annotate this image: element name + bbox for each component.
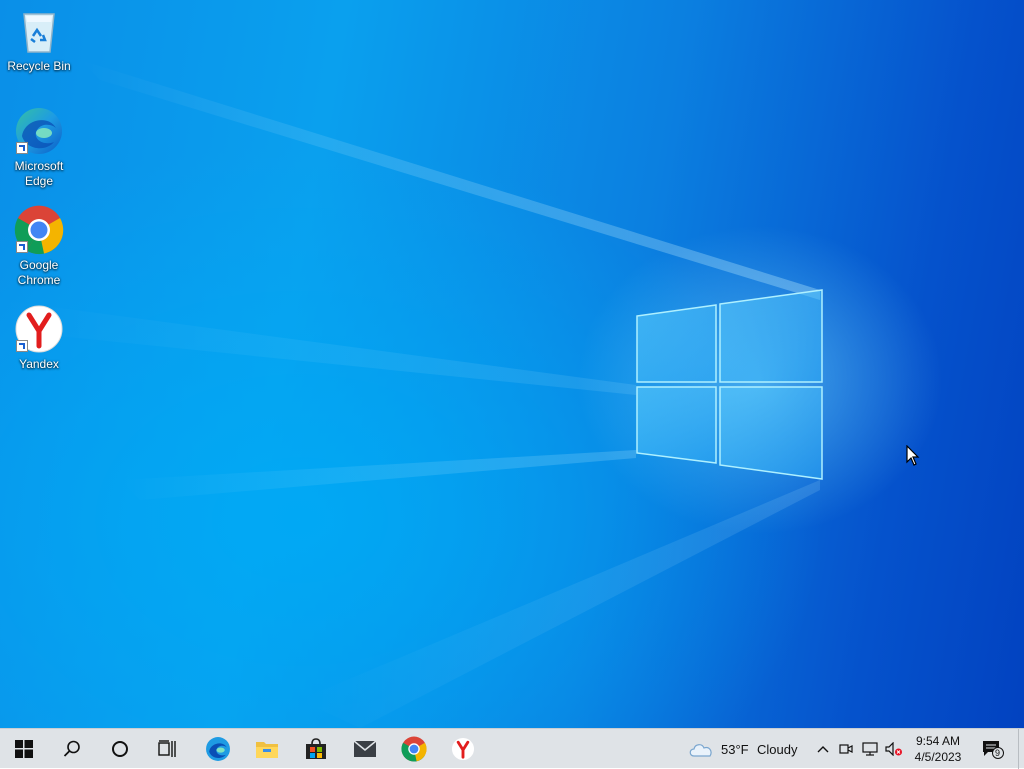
start-icon [15,740,33,758]
taskbar-file-explorer[interactable] [243,729,291,769]
desktop-icon-microsoft-edge[interactable]: Microsoft Edge [4,106,74,189]
desktop-icon-google-chrome[interactable]: Google Chrome [4,205,74,288]
task-view-icon [158,740,176,757]
mouse-cursor-icon [906,445,920,466]
taskbar-microsoft-store[interactable] [292,729,340,769]
weather-temperature: 53°F [721,742,749,757]
taskbar-clock[interactable]: 9:54 AM 4/5/2023 [908,733,968,765]
network-button[interactable] [859,729,881,769]
show-hidden-icons-button[interactable] [812,729,834,769]
weather-widget[interactable]: 53°F Cloudy [686,729,806,769]
start-button[interactable] [0,729,48,769]
recycle-bin-icon [14,6,64,56]
yandex-icon [14,304,64,354]
meet-now-icon [839,744,853,754]
shortcut-arrow-icon [16,142,28,154]
show-desktop-button[interactable] [1018,729,1024,769]
desktop-icon-label: Yandex [19,357,59,371]
desktop-icon-label: Recycle Bin [7,59,71,73]
desktop[interactable]: Recycle Bin Microsoft Edge Google Chrome… [0,0,1024,728]
desktop-icon-label: Microsoft Edge [14,159,64,188]
file-explorer-icon [256,742,278,758]
cortana-button[interactable] [96,729,144,769]
shortcut-arrow-icon [16,340,28,352]
desktop-icon-recycle-bin[interactable]: Recycle Bin [4,6,74,74]
desktop-icon-label: Google Chrome [17,258,61,287]
search-button[interactable] [48,729,96,769]
clock-time: 9:54 AM [915,734,961,748]
volume-muted-icon [885,742,902,756]
shortcut-arrow-icon [16,241,28,253]
clock-date: 4/5/2023 [914,750,962,764]
notification-count-badge: 9 [995,748,1001,758]
microsoft-store-icon [306,738,326,759]
action-center-button[interactable]: 9 [976,729,1010,769]
network-icon [862,742,878,756]
windows-logo-wallpaper [0,60,823,728]
taskbar: 53°F Cloudy 9:54 AM 4/5/2023 9 [0,728,1024,769]
chrome-icon [14,205,64,255]
taskbar-edge[interactable] [194,729,242,769]
desktop-icon-yandex[interactable]: Yandex [4,304,74,372]
meet-now-button[interactable] [836,729,856,769]
weather-condition: Cloudy [757,742,798,757]
taskbar-mail[interactable] [341,729,389,769]
task-view-button[interactable] [144,729,192,769]
chevron-up-icon [817,746,829,753]
cortana-icon [112,741,128,757]
search-icon [63,740,80,757]
volume-button[interactable] [883,729,905,769]
notification-icon [983,741,1004,759]
edge-icon [14,106,64,156]
mail-icon [353,740,377,757]
cloud-icon [689,744,712,757]
yandex-icon [451,737,475,761]
chrome-icon [401,736,427,762]
taskbar-yandex[interactable] [439,729,487,769]
taskbar-chrome[interactable] [390,729,438,769]
edge-icon [206,737,230,761]
